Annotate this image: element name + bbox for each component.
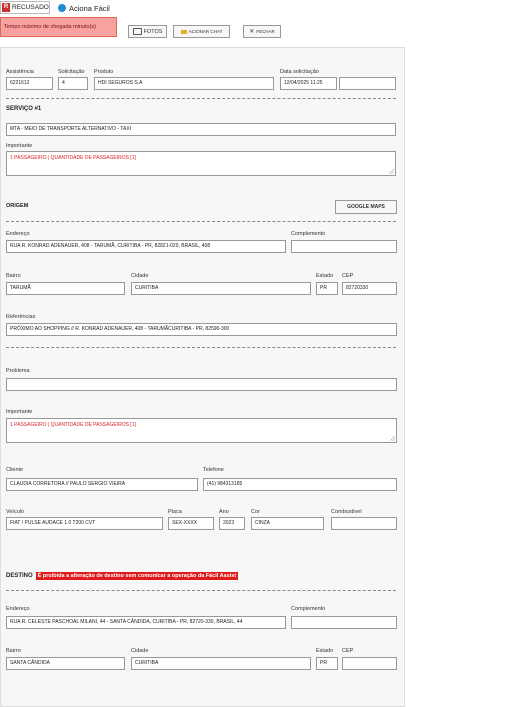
assistencia-field[interactable]: 6221612	[6, 77, 53, 90]
recusado-badge: R	[2, 3, 10, 12]
veiculo-field[interactable]: FIAT / PULSE AUDACE 1.0 T200 CVT	[6, 517, 163, 530]
camera-icon	[132, 28, 142, 35]
origem-endereco-field[interactable]: RUA R. KONRAD ADENAUER, 408 - TARUMÃ, CU…	[6, 240, 286, 253]
destino-header: DESTINO É proibida a alteração de destin…	[6, 572, 239, 580]
divider	[6, 590, 396, 591]
telefone-field[interactable]: (41) 984313185	[203, 478, 397, 491]
origem-title: ORIGEM	[6, 203, 29, 209]
servico-importante-label: Importante	[6, 143, 33, 149]
data-solicitacao-label: Data solicitação	[280, 69, 319, 75]
veiculo-label: Veículo	[6, 509, 25, 515]
tab-aciona-facil[interactable]: Aciona Fácil	[58, 2, 110, 14]
google-maps-button[interactable]: GOOGLE MAPS	[335, 200, 397, 214]
fechar-button[interactable]: ✕ FECHAR	[243, 25, 281, 38]
destino-bairro-label: Bairro	[6, 648, 21, 654]
chat-icon	[180, 29, 187, 34]
ano-label: Ano	[219, 509, 229, 515]
produto-label: Produto	[94, 69, 114, 75]
problema-label: Problema	[6, 368, 30, 374]
tab-recusado[interactable]: R RECUSADO	[0, 1, 50, 14]
arrival-time-alert: Tempo máximo de chegada minuto(s)	[0, 17, 117, 37]
origem-endereco-label: Endereço	[6, 231, 30, 237]
origem-referencias-field[interactable]: PRÓXIMO AO SHOPPING // R. KONRAD ADENAUE…	[6, 323, 397, 336]
combustivel-label: Combustível	[331, 509, 362, 515]
destino-estado-label: Estado	[316, 648, 334, 654]
resize-grip-icon[interactable]	[390, 436, 395, 441]
origem-complemento-label: Complemento	[291, 231, 326, 237]
destino-cep-field[interactable]	[342, 657, 397, 670]
destino-endereco-field[interactable]: RUA R. CELESTE PASCHOAL MILANI, 44 - SAN…	[6, 616, 286, 629]
origem-cep-field[interactable]: 82720330	[342, 282, 397, 295]
cor-label: Cor	[251, 509, 260, 515]
cliente-label: Cliente	[6, 467, 24, 473]
origem-referencias-label: Referências	[6, 314, 36, 320]
servico-title: SERVIÇO #1	[6, 106, 42, 112]
origem-cidade-label: Cidade	[131, 273, 149, 279]
origem-bairro-field[interactable]: TARUMÃ	[6, 282, 125, 295]
destino-complemento-label: Complemento	[291, 606, 326, 612]
arrival-time-alert-text: Tempo máximo de chegada minuto(s)	[4, 24, 97, 30]
servico-importante-text: 1 PASSAGEIRO | QUANTIDADE DE PASSAGEIROS…	[10, 155, 136, 161]
destino-endereco-label: Endereço	[6, 606, 30, 612]
combustivel-field[interactable]	[331, 517, 397, 530]
assistencia-label: Assistência	[6, 69, 34, 75]
ano-field[interactable]: 2023	[219, 517, 245, 530]
detalhes-importante-textarea[interactable]: 1 PASSAGEIRO | QUANTIDADE DE PASSAGEIROS…	[6, 418, 397, 443]
fechar-label: FECHAR	[256, 29, 275, 34]
detalhes-importante-text: 1 PASSAGEIRO | QUANTIDADE DE PASSAGEIROS…	[10, 422, 136, 428]
origem-estado-label: Estado	[316, 273, 334, 279]
solicitacao-label: Solicitação	[58, 69, 85, 75]
tab-aciona-facil-label: Aciona Fácil	[69, 3, 110, 13]
aciona-facil-logo-icon	[58, 4, 66, 12]
fotos-label: FOTOS	[143, 28, 163, 35]
servico-importante-textarea[interactable]: 1 PASSAGEIRO | QUANTIDADE DE PASSAGEIROS…	[6, 151, 396, 176]
divider	[6, 347, 396, 348]
origem-estado-field[interactable]: PR	[316, 282, 338, 295]
destino-cidade-label: Cidade	[131, 648, 149, 654]
solicitacao-field[interactable]: 4	[58, 77, 88, 90]
placa-field[interactable]: SEX-XXXX	[168, 517, 214, 530]
destino-cep-label: CEP	[342, 648, 354, 654]
destino-cidade-field[interactable]: CURITIBA	[131, 657, 311, 670]
cliente-field[interactable]: CLAUDIA CORRETORA // PAULO SERGIO VIEIRA	[6, 478, 198, 491]
problema-field[interactable]	[6, 378, 397, 391]
divider	[6, 221, 396, 222]
detalhes-importante-label: Importante	[6, 409, 33, 415]
destino-warning: É proibida a alteração de destino sem co…	[35, 572, 239, 580]
servico-tipo-field[interactable]: MTA - MEIO DE TRANSPORTE ALTERNATIVO - T…	[6, 123, 396, 136]
origem-cep-label: CEP	[342, 273, 354, 279]
close-icon: ✕	[249, 29, 255, 35]
tab-recusado-label: RECUSADO	[12, 4, 49, 11]
fotos-button[interactable]: FOTOS	[128, 25, 167, 38]
destino-title: DESTINO	[6, 573, 33, 579]
origem-cidade-field[interactable]: CURITIBA	[131, 282, 311, 295]
divider	[6, 98, 396, 99]
telefone-label: Telefone	[203, 467, 224, 473]
destino-estado-field[interactable]: PR	[316, 657, 338, 670]
resize-grip-icon[interactable]	[389, 169, 394, 174]
produto-field[interactable]: HDI SEGUROS S.A	[94, 77, 274, 90]
data-solicitacao-extra-field[interactable]	[339, 77, 396, 90]
destino-bairro-field[interactable]: SANTA CÂNDIDA	[6, 657, 125, 670]
origem-bairro-label: Bairro	[6, 273, 21, 279]
cor-field[interactable]: CINZA	[251, 517, 324, 530]
destino-complemento-field[interactable]	[291, 616, 397, 629]
placa-label: Placa	[168, 509, 182, 515]
origem-complemento-field[interactable]	[291, 240, 397, 253]
acionar-chat-label: ACIONAR CHAT	[188, 29, 223, 34]
data-solicitacao-field[interactable]: 12/04/2025 11:25	[280, 77, 337, 90]
service-panel	[0, 47, 405, 707]
acionar-chat-button[interactable]: ACIONAR CHAT	[173, 25, 230, 38]
